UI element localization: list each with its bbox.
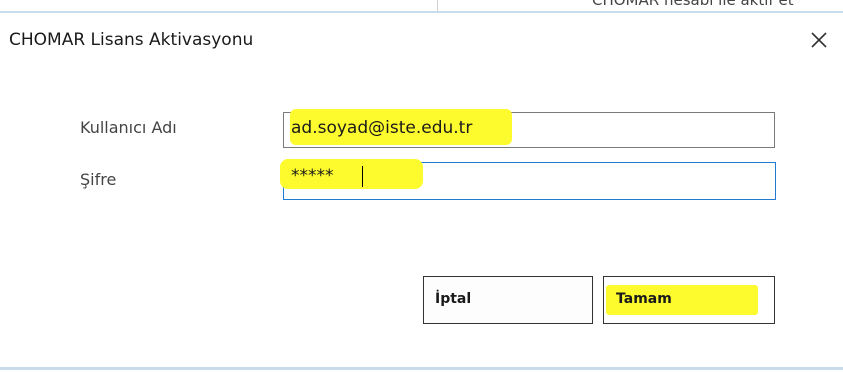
username-label: Kullanıcı Adı (80, 118, 177, 137)
background-window-border (0, 11, 843, 13)
ok-button[interactable]: Tamam (603, 276, 775, 324)
dialog-title: CHOMAR Lisans Aktivasyonu (9, 30, 254, 50)
cancel-button-label: İptal (435, 291, 472, 307)
password-label: Şifre (80, 170, 117, 189)
username-value: ad.soyad@iste.edu.tr (291, 118, 473, 138)
ok-button-label: Tamam (616, 291, 672, 307)
background-window-strip: CHOMAR hesabı ile aktif et (0, 0, 843, 14)
dialog-bottom-border (0, 367, 843, 370)
text-caret (362, 166, 363, 187)
cancel-button[interactable]: İptal (423, 276, 593, 324)
password-value: ***** (291, 166, 334, 186)
close-icon[interactable] (805, 26, 833, 54)
close-icon-glyph (811, 32, 827, 48)
dialog-window: CHOMAR hesabı ile aktif et CHOMAR Lisans… (0, 0, 843, 372)
background-window-text: CHOMAR hesabı ile aktif et (592, 0, 794, 9)
